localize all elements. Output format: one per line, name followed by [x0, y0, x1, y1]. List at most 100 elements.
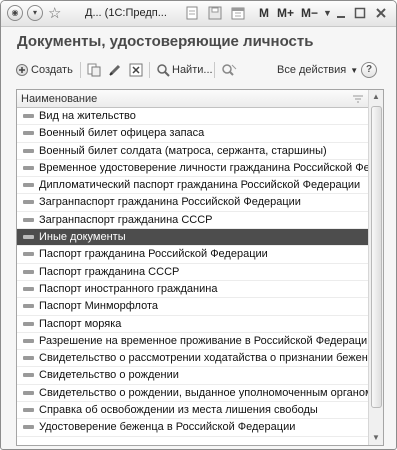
- find-label: Найти...: [172, 64, 213, 76]
- calendar-button[interactable]: [231, 5, 245, 21]
- item-icon: [23, 356, 34, 361]
- item-icon: [23, 269, 34, 274]
- memory-minus-button[interactable]: M−: [301, 6, 318, 20]
- table-row[interactable]: Свидетельство о рождении, выданное уполн…: [17, 385, 369, 403]
- title-menu-button[interactable]: ▼: [323, 5, 332, 21]
- documents-table[interactable]: Наименование Вид на жительство Военный би…: [16, 89, 384, 446]
- row-label: Загранпаспорт гражданина Российской Феде…: [39, 196, 301, 209]
- toolbar: Создать Найти... Все действия ▼ ?: [15, 59, 382, 81]
- row-label: Вид на жительство: [39, 110, 136, 122]
- table-row[interactable]: Временное удостоверение личности граждан…: [17, 160, 369, 178]
- window: ◉ ▾ ☆ Д... (1С:Предп... M M+ M− ▼ Докуме…: [0, 0, 397, 450]
- minimize-icon: [337, 16, 345, 18]
- scroll-up-icon[interactable]: ▲: [369, 90, 383, 104]
- app-logo-icon: ◉: [7, 5, 23, 21]
- table-row[interactable]: Паспорт иностранного гражданина: [17, 281, 369, 299]
- table-row[interactable]: Паспорт Минморфлота: [17, 298, 369, 316]
- cancel-search-button[interactable]: [221, 60, 237, 80]
- toolbar-divider: [149, 62, 150, 78]
- create-label: Создать: [31, 64, 73, 76]
- table-row[interactable]: Дипломатический паспорт гражданина Росси…: [17, 177, 369, 195]
- memory-plus-button[interactable]: M+: [277, 6, 294, 20]
- save-button[interactable]: [208, 5, 222, 21]
- all-actions-label: Все действия: [277, 64, 347, 76]
- table-row[interactable]: Паспорт моряка: [17, 316, 369, 333]
- item-icon: [23, 390, 34, 395]
- table-row[interactable]: Свидетельство о рождении: [17, 367, 369, 385]
- row-label: Военный билет офицера запаса: [39, 127, 205, 140]
- row-label: Справка об освобождении из места лишения…: [39, 404, 318, 417]
- main-menu-button[interactable]: ▾: [27, 5, 43, 21]
- all-actions-menu[interactable]: Все действия ▼: [277, 60, 358, 80]
- column-header-name[interactable]: Наименование: [17, 90, 369, 108]
- row-label: Военный билет солдата (матроса, сержанта…: [39, 144, 327, 157]
- table-row[interactable]: Загранпаспорт гражданина СССР: [17, 212, 369, 230]
- memory-button[interactable]: M: [259, 6, 269, 20]
- close-button[interactable]: [375, 5, 387, 21]
- item-icon: [23, 252, 34, 257]
- title-bar: ◉ ▾ ☆ Д... (1С:Предп... M M+ M− ▼: [1, 1, 396, 27]
- column-header-label: Наименование: [21, 93, 98, 105]
- table-row[interactable]: Военный билет солдата (матроса, сержанта…: [17, 143, 369, 160]
- item-icon: [23, 217, 34, 222]
- row-label: Паспорт гражданина СССР: [39, 265, 180, 278]
- row-label: Иные документы: [39, 231, 126, 244]
- table-row[interactable]: Военный билет офицера запаса: [17, 125, 369, 143]
- table-row[interactable]: Свидетельство о рассмотрении ходатайства…: [17, 350, 369, 368]
- table-row[interactable]: Удостоверение беженца в Российской Федер…: [17, 419, 369, 437]
- scrollbar-thumb[interactable]: [371, 106, 382, 408]
- item-icon: [23, 200, 34, 205]
- search-icon: [157, 64, 170, 77]
- triangle-down-icon: ▼: [323, 8, 332, 18]
- item-icon: [23, 408, 34, 413]
- save-icon: [208, 6, 222, 20]
- item-icon: [23, 148, 34, 153]
- table-row[interactable]: Загранпаспорт гражданина Российской Феде…: [17, 194, 369, 212]
- row-label: Паспорт Минморфлота: [39, 300, 159, 313]
- row-label: Свидетельство о рассмотрении ходатайства…: [39, 352, 369, 365]
- star-icon: ☆: [48, 5, 62, 22]
- favorites-button[interactable]: ☆: [48, 5, 62, 22]
- table-row[interactable]: Вид на жительство: [17, 108, 369, 126]
- page-title: Документы, удостоверяющие личность: [17, 33, 314, 50]
- scroll-down-icon[interactable]: ▼: [369, 431, 383, 445]
- item-icon: [23, 373, 34, 378]
- toolbar-divider: [80, 62, 81, 78]
- chevron-down-icon: ▾: [27, 5, 43, 21]
- app-menu-button[interactable]: ◉: [7, 5, 23, 21]
- item-icon: [23, 321, 34, 326]
- print-icon: [186, 6, 198, 20]
- row-label: Удостоверение беженца в Российской Федер…: [39, 421, 296, 434]
- pencil-icon: [109, 64, 121, 76]
- table-row[interactable]: Разрешение на временное проживание в Рос…: [17, 333, 369, 351]
- table-row[interactable]: Паспорт гражданина СССР: [17, 264, 369, 281]
- row-label: Загранпаспорт гражданина СССР: [39, 213, 213, 226]
- item-icon: [23, 304, 34, 309]
- item-icon: [23, 286, 34, 291]
- table-body: Вид на жительство Военный билет офицера з…: [17, 108, 369, 445]
- print-button[interactable]: [185, 5, 199, 21]
- copy-icon: [87, 63, 101, 77]
- close-icon: [376, 8, 386, 18]
- row-label: Разрешение на временное проживание в Рос…: [39, 334, 369, 347]
- help-icon: ?: [361, 62, 377, 78]
- cancel-search-icon: [222, 64, 237, 76]
- table-row[interactable]: Иные документы: [17, 229, 369, 247]
- row-label: Паспорт моряка: [39, 317, 122, 330]
- create-button[interactable]: Создать: [15, 60, 73, 80]
- help-button[interactable]: ?: [361, 60, 377, 80]
- table-row[interactable]: Справка об освобождении из места лишения…: [17, 402, 369, 420]
- find-button[interactable]: Найти...: [156, 60, 213, 80]
- maximize-button[interactable]: [354, 5, 366, 21]
- item-icon: [23, 165, 34, 170]
- edit-button[interactable]: [108, 60, 122, 80]
- delete-mark-button[interactable]: [129, 60, 143, 80]
- row-label: Свидетельство о рождении: [39, 369, 179, 382]
- row-label: Паспорт гражданина Российской Федерации: [39, 248, 268, 261]
- maximize-icon: [354, 7, 366, 19]
- table-row[interactable]: Паспорт гражданина Российской Федерации: [17, 246, 369, 264]
- minimize-button[interactable]: [335, 5, 347, 21]
- vertical-scrollbar[interactable]: ▲ ▼: [368, 90, 383, 445]
- triangle-down-icon: ▼: [350, 65, 359, 75]
- copy-button[interactable]: [87, 60, 101, 80]
